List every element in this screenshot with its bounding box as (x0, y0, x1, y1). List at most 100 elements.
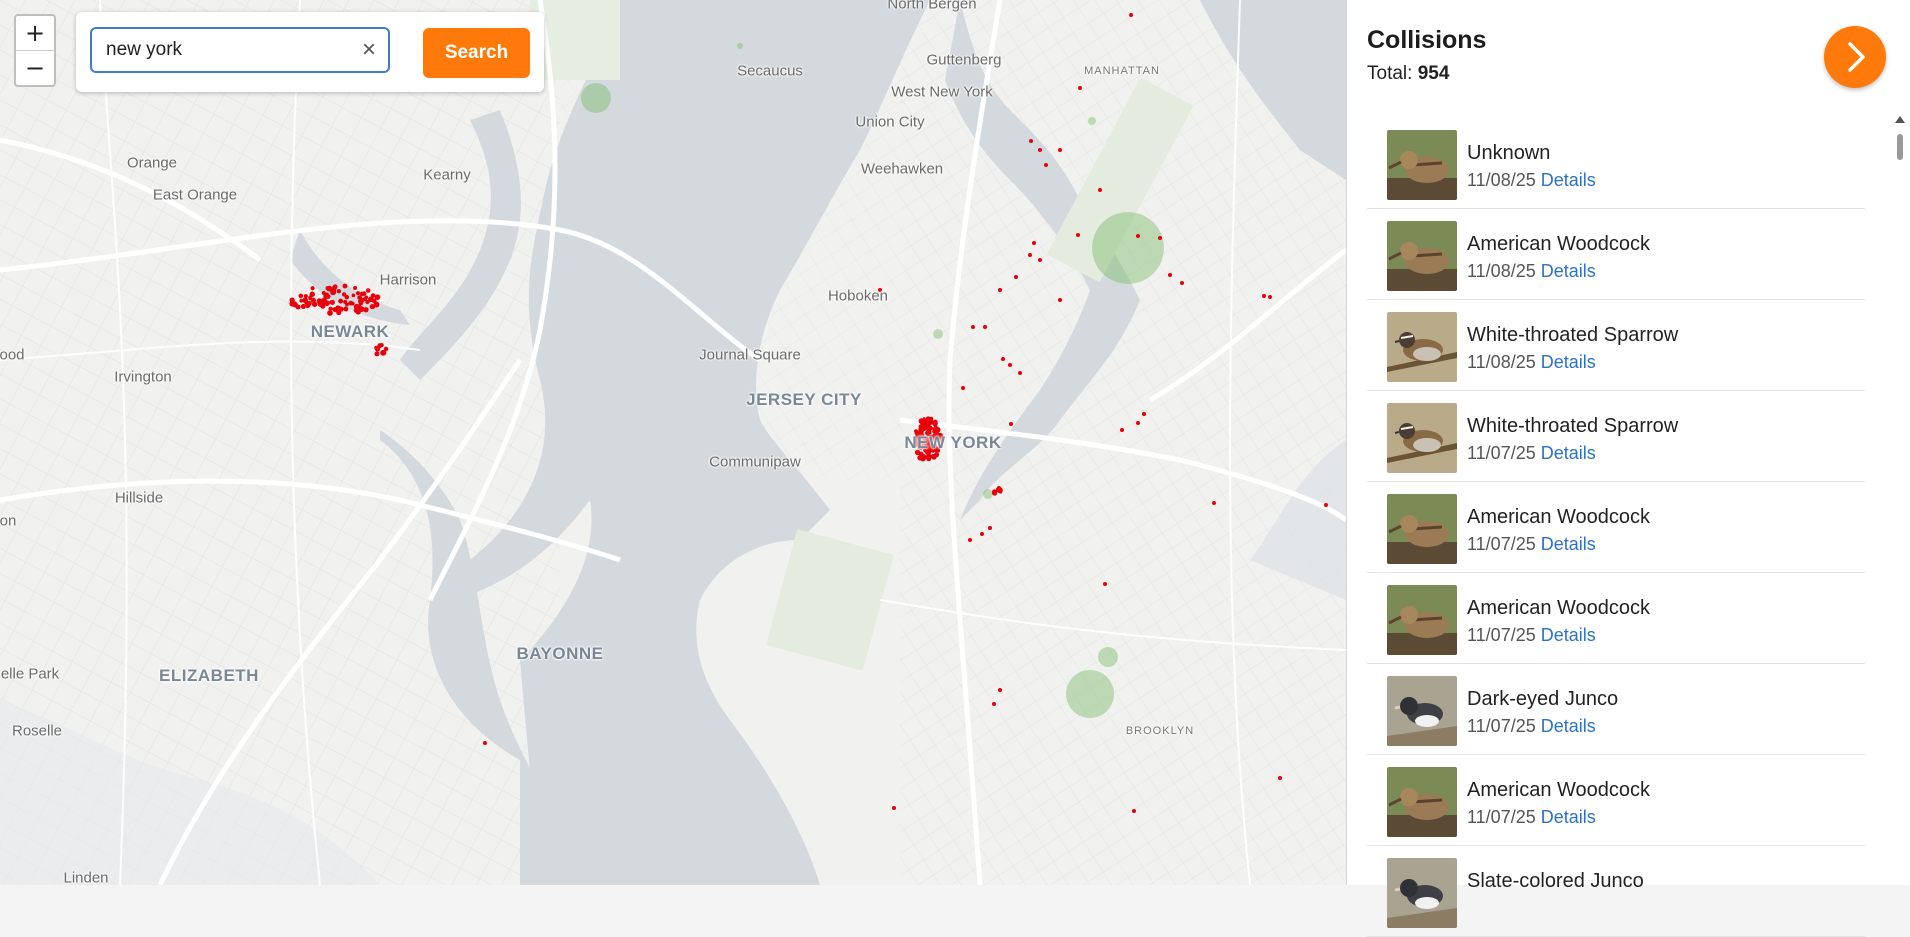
collision-point (1001, 357, 1005, 361)
bird-thumbnail (1387, 130, 1457, 200)
collision-point (365, 299, 370, 305)
clear-search-icon[interactable]: × (362, 38, 376, 62)
bird-thumbnail (1387, 403, 1457, 473)
collision-list-item[interactable]: American Woodcock 11/07/25 Details (1367, 482, 1865, 573)
bird-thumbnail (1387, 767, 1457, 837)
place-label: ELIZABETH (159, 666, 259, 685)
collision-point (355, 291, 361, 296)
collision-point (983, 325, 987, 329)
collision-point (309, 291, 315, 297)
next-arrow-button[interactable] (1824, 26, 1886, 88)
scrollbar-thumb[interactable] (1897, 134, 1903, 160)
collision-point (324, 292, 329, 297)
collision-point (374, 345, 379, 350)
collision-point (971, 325, 975, 329)
place-label: Orange (126, 154, 178, 172)
collision-point (1136, 421, 1140, 425)
details-link[interactable]: Details (1541, 261, 1596, 281)
collision-point (1018, 371, 1022, 375)
bird-thumbnail (1387, 585, 1457, 655)
collision-point (1028, 253, 1032, 257)
place-label: West New York (891, 83, 993, 101)
details-link[interactable]: Details (1541, 807, 1596, 827)
details-link[interactable]: Details (1541, 352, 1596, 372)
collision-point (342, 283, 348, 289)
collision-point (921, 422, 926, 427)
collision-point (1212, 501, 1216, 505)
collision-point (358, 300, 364, 306)
place-label: Hillside (114, 489, 164, 507)
collision-point (328, 306, 333, 311)
search-panel: × Search (76, 12, 544, 92)
collision-list-item[interactable]: American Woodcock 11/08/25 Details (1367, 209, 1865, 300)
place-label: Roselle (11, 722, 63, 740)
place-label: MANHATTAN (1084, 65, 1160, 77)
collision-point (374, 351, 380, 357)
place-label: Weehawken (860, 160, 944, 178)
collision-point (332, 307, 338, 312)
place-label: NEW YORK (904, 433, 1002, 452)
collision-point (998, 688, 1002, 692)
collision-list-item[interactable]: White-throated Sparrow 11/08/25 Details (1367, 300, 1865, 391)
map-basemap (0, 0, 1346, 885)
list-scrollbar[interactable] (1895, 116, 1905, 876)
bird-thumbnail (1387, 312, 1457, 382)
collision-point (998, 288, 1002, 292)
place-label: ood (0, 346, 25, 364)
collision-point (365, 288, 371, 293)
chevron-right-icon (1848, 42, 1865, 72)
collision-point (337, 310, 342, 315)
collisions-panel: Collisions Total: 954 Unknown 11/08/25 De… (1346, 0, 1910, 937)
collision-point (1120, 428, 1124, 432)
bird-thumbnail (1387, 221, 1457, 291)
collision-point (1158, 236, 1162, 240)
collision-list-item[interactable]: American Woodcock 11/07/25 Details (1367, 573, 1865, 664)
collision-list-item[interactable]: White-throated Sparrow 11/07/25 Details (1367, 391, 1865, 482)
collision-point (1029, 139, 1033, 143)
collision-date: 11/07/25 (1467, 534, 1536, 554)
species-name: American Woodcock (1467, 597, 1651, 619)
details-link[interactable]: Details (1541, 170, 1596, 190)
total-label: Total: (1367, 63, 1413, 84)
details-link[interactable]: Details (1541, 716, 1596, 736)
zoom-out-button[interactable]: − (16, 50, 54, 85)
collision-point (369, 297, 374, 302)
collision-date: 11/08/25 (1467, 352, 1536, 372)
collision-point (310, 286, 315, 291)
details-link[interactable]: Details (1541, 625, 1596, 645)
collision-point (310, 297, 317, 303)
collision-date: 11/07/25 (1467, 807, 1536, 827)
collision-list-item[interactable]: Unknown 11/08/25 Details (1367, 118, 1865, 209)
collision-point (961, 386, 965, 390)
search-input[interactable] (90, 27, 390, 73)
search-button[interactable]: Search (423, 28, 530, 78)
map-view[interactable]: North Bergen Secaucus Guttenberg West New Y… (0, 0, 1346, 885)
collision-date: 11/07/25 (1467, 716, 1536, 736)
place-label: BAYONNE (516, 644, 604, 663)
collision-point (1168, 273, 1172, 277)
species-name: White-throated Sparrow (1467, 415, 1679, 437)
scroll-up-icon[interactable] (1895, 116, 1905, 123)
species-name: American Woodcock (1467, 506, 1651, 528)
details-link[interactable]: Details (1541, 534, 1596, 554)
place-label: BROOKLYN (1125, 725, 1195, 737)
collision-point (343, 306, 349, 312)
collision-point (988, 526, 992, 530)
species-name: Dark-eyed Junco (1467, 688, 1619, 710)
collision-list-item[interactable]: Slate-colored Junco Details (1367, 846, 1865, 937)
collision-point (353, 285, 358, 290)
collision-date: 11/08/25 (1467, 261, 1536, 281)
collision-point (1129, 13, 1133, 17)
collision-point (998, 489, 1003, 494)
details-link[interactable]: Details (1541, 443, 1596, 463)
collision-list-item[interactable]: American Woodcock 11/07/25 Details (1367, 755, 1865, 846)
collision-point (1132, 809, 1136, 813)
collision-list-item[interactable]: Dark-eyed Junco 11/07/25 Details (1367, 664, 1865, 755)
total-count: Total: 954 (1367, 63, 1449, 85)
zoom-in-button[interactable]: + (16, 16, 54, 50)
item-meta: 11/07/25 Details (1467, 534, 1596, 555)
place-label: Guttenberg (926, 51, 1002, 69)
collision-point (298, 293, 304, 299)
species-name: Slate-colored Junco (1467, 870, 1644, 892)
place-label: Irvington (114, 368, 172, 386)
